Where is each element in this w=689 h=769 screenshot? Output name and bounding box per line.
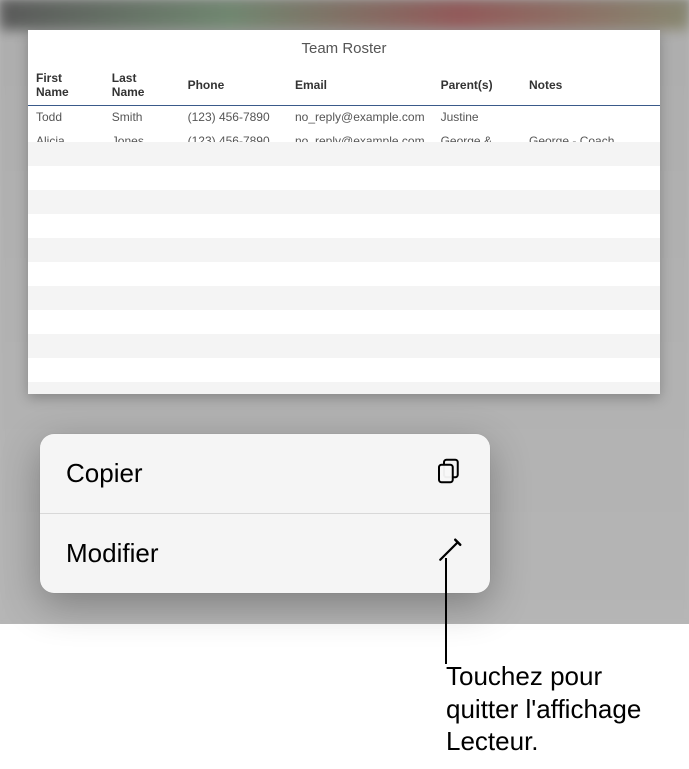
cell-email: no_reply@example.com (287, 106, 433, 130)
cell-notes (521, 106, 660, 130)
backdrop-top-blur (0, 0, 689, 30)
callout-line2: quitter l'affichage (446, 693, 641, 726)
copy-icon (434, 456, 464, 491)
callout-line3: Lecteur. (446, 725, 641, 758)
cell-phone: (123) 456-7890 (180, 106, 287, 130)
col-header-phone: Phone (180, 65, 287, 106)
col-header-notes: Notes (521, 65, 660, 106)
context-menu: Copier Modifier (40, 434, 490, 593)
cell-first: Todd (28, 106, 104, 130)
callout-line1: Touchez pour (446, 660, 641, 693)
callout-leader-line (445, 558, 447, 664)
col-header-parent: Parent(s) (433, 65, 521, 106)
empty-rows (28, 142, 660, 394)
spreadsheet-preview[interactable]: Team Roster First Name Last Name Phone E… (28, 30, 660, 394)
col-header-email: Email (287, 65, 433, 106)
table-row: Todd Smith (123) 456-7890 no_reply@examp… (28, 106, 660, 130)
cell-last: Smith (104, 106, 180, 130)
copy-label: Copier (66, 458, 143, 489)
table-header-row: First Name Last Name Phone Email Parent(… (28, 65, 660, 106)
sheet-title: Team Roster (28, 30, 660, 65)
cell-parent: Justine (433, 106, 521, 130)
edit-menu-item[interactable]: Modifier (40, 514, 490, 593)
col-header-last: Last Name (104, 65, 180, 106)
col-header-first: First Name (28, 65, 104, 106)
copy-menu-item[interactable]: Copier (40, 434, 490, 514)
callout-annotation: Touchez pour quitter l'affichage Lecteur… (446, 660, 641, 758)
edit-label: Modifier (66, 538, 158, 569)
pencil-icon (434, 536, 464, 571)
